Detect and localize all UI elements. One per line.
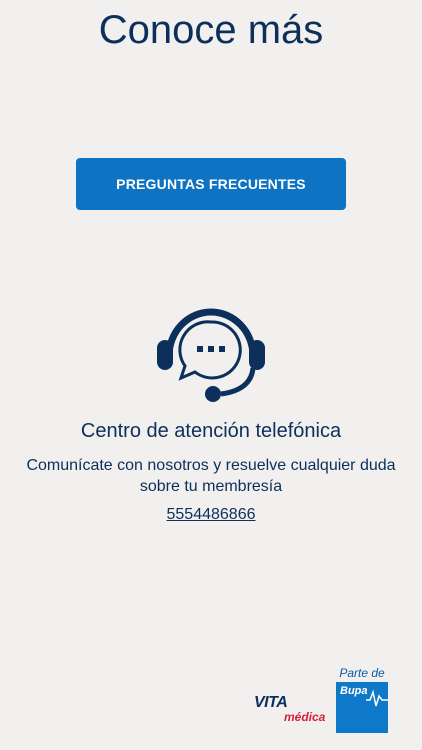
support-description: Comunícate con nosotros y resuelve cualq… (26, 457, 396, 495)
bupa-logo: Parte de Bupa (334, 665, 390, 733)
support-center-title: Centro de atención telefónica (80, 420, 342, 442)
bupa-tagline: Parte de (339, 666, 385, 680)
vita-logo-text: VITA (254, 694, 288, 711)
vita-medica-logo: VITA médica (254, 694, 334, 726)
page-title: Conoce más (98, 8, 324, 52)
phone-number-link[interactable]: 5554486866 (167, 506, 256, 523)
heartbeat-icon (366, 689, 388, 707)
bupa-box: Bupa (336, 682, 388, 733)
headset-chat-icon (157, 308, 265, 402)
faq-button[interactable]: PREGUNTAS FRECUENTES (76, 158, 346, 210)
medica-logo-text: médica (284, 710, 326, 724)
phone-number-row: 5554486866 (0, 506, 422, 524)
